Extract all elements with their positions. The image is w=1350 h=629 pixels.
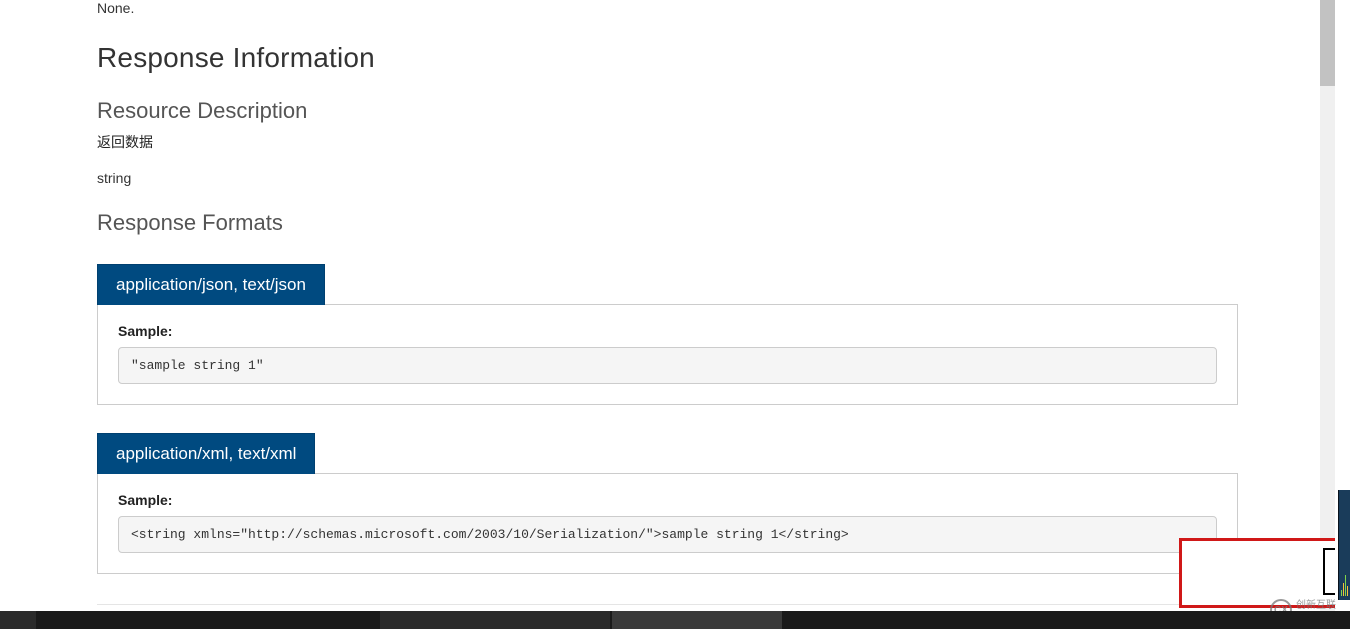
resource-description-text: 返回数据 — [97, 132, 1238, 152]
heading-resource-description: Resource Description — [97, 98, 1238, 124]
taskbar-start[interactable] — [0, 611, 36, 629]
sample-code-json: "sample string 1" — [118, 347, 1217, 384]
format-block-json: application/json, text/json Sample: "sam… — [97, 264, 1238, 405]
os-taskbar[interactable] — [0, 611, 1350, 629]
format-tab-xml[interactable]: application/xml, text/xml — [97, 433, 315, 474]
sample-label: Sample: — [118, 492, 1217, 508]
footer-separator — [97, 604, 1238, 605]
test-api-highlight-box: Te — [1179, 538, 1335, 608]
heading-response-information: Response Information — [97, 42, 1238, 74]
scrollbar-thumb[interactable] — [1320, 0, 1335, 86]
sample-code-xml: <string xmlns="http://schemas.microsoft.… — [118, 516, 1217, 553]
request-body-none: None. — [97, 0, 1238, 16]
system-meter-widget[interactable] — [1338, 490, 1350, 600]
format-body-xml: Sample: <string xmlns="http://schemas.mi… — [97, 473, 1238, 574]
document-viewport: None. Response Information Resource Desc… — [0, 0, 1335, 611]
sample-label: Sample: — [118, 323, 1217, 339]
response-type: string — [97, 170, 1238, 186]
taskbar-segment[interactable] — [380, 611, 610, 629]
format-block-xml: application/xml, text/xml Sample: <strin… — [97, 433, 1238, 574]
format-body-json: Sample: "sample string 1" — [97, 304, 1238, 405]
heading-response-formats: Response Formats — [97, 210, 1238, 236]
taskbar-active[interactable] — [612, 611, 782, 629]
test-api-button[interactable]: Te — [1323, 548, 1335, 595]
format-tab-json[interactable]: application/json, text/json — [97, 264, 325, 305]
scrollbar-track[interactable] — [1320, 0, 1335, 611]
